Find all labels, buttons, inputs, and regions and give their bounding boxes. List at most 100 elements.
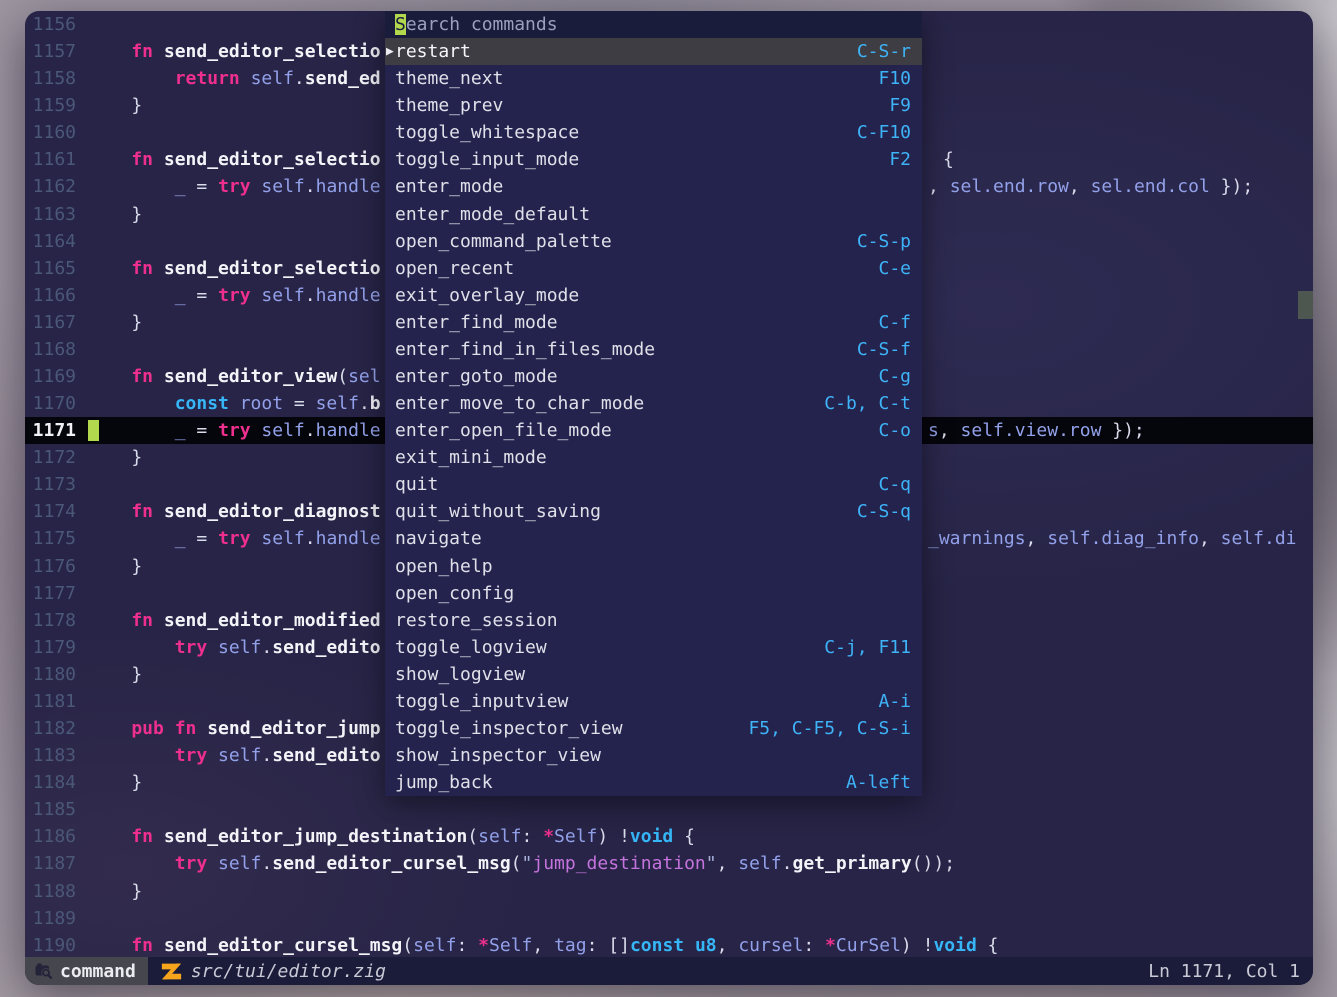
command-label: enter_mode [395,173,503,200]
command-label: enter_move_to_char_mode [395,390,644,417]
code-text: fn send_editor_diagnost [88,501,381,522]
keybinding: C-j, F11 [824,634,911,661]
palette-item[interactable]: navigate [385,525,922,552]
palette-item[interactable]: enter_mode [385,173,922,200]
file-indicator[interactable]: src/tui/editor.zig [148,961,386,982]
line-number: 1168 [25,336,88,363]
palette-item[interactable]: exit_mini_mode [385,444,922,471]
scrollbar-thumb[interactable] [1298,291,1313,319]
mode-indicator[interactable]: command [25,957,148,985]
code-text: } [88,204,142,225]
palette-item[interactable]: toggle_inputviewA-i [385,688,922,715]
line-number: 1159 [25,92,88,119]
palette-item[interactable]: open_command_paletteC-S-p [385,228,922,255]
code-line[interactable]: 1190 fn send_editor_cursel_msg(self: *Se… [25,932,1313,959]
text-cursor: S [395,14,406,35]
code-line[interactable]: 1186 fn send_editor_jump_destination(sel… [25,823,1313,850]
command-label: toggle_logview [395,634,547,661]
palette-item[interactable]: jump_backA-left [385,769,922,796]
line-number: 1171 [25,417,88,444]
palette-item[interactable]: open_recentC-e [385,255,922,282]
code-text-continuation: , sel.end.row, sel.end.col }); [928,173,1253,200]
keybinding: C-S-r [857,38,911,65]
code-text: fn send_editor_selectio [88,41,381,62]
desktop: { "colors":{ "keyword_pink":"#ee2f8e","t… [0,0,1337,997]
line-number: 1188 [25,878,88,905]
code-text: } [88,664,142,685]
line-number: 1186 [25,823,88,850]
palette-item[interactable]: toggle_inspector_viewF5, C-F5, C-S-i [385,715,922,742]
line-number: 1176 [25,553,88,580]
line-number: 1175 [25,525,88,552]
line-number: 1158 [25,65,88,92]
palette-item[interactable]: open_config [385,580,922,607]
line-number: 1160 [25,119,88,146]
line-number: 1172 [25,444,88,471]
command-palette: Search commands ▶restartC-S-rtheme_nextF… [385,11,922,796]
palette-item[interactable]: show_inspector_view [385,742,922,769]
palette-item[interactable]: ▶restartC-S-r [385,38,922,65]
line-number: 1182 [25,715,88,742]
palette-item[interactable]: enter_find_in_files_modeC-S-f [385,336,922,363]
line-number: 1157 [25,38,88,65]
code-line[interactable]: 1187 try self.send_editor_cursel_msg("ju… [25,850,1313,877]
code-text: _ = try self.handle [88,528,381,549]
palette-item[interactable]: toggle_input_modeF2 [385,146,922,173]
code-line[interactable]: 1188 } [25,878,1313,905]
palette-item[interactable]: enter_find_modeC-f [385,309,922,336]
line-number: 1178 [25,607,88,634]
command-search-icon [35,963,53,979]
palette-item[interactable]: enter_move_to_char_modeC-b, C-t [385,390,922,417]
line-number: 1190 [25,932,88,959]
keybinding: C-S-p [857,228,911,255]
code-text: fn send_editor_selectio [88,149,381,170]
command-label: exit_overlay_mode [395,282,579,309]
palette-item[interactable]: quitC-q [385,471,922,498]
code-text: fn send_editor_selectio [88,258,381,279]
keybinding: F9 [889,92,911,119]
palette-item[interactable]: quit_without_savingC-S-q [385,498,922,525]
line-number: 1156 [25,11,88,38]
code-text: } [88,772,142,793]
code-text: try self.send_editor_cursel_msg("jump_de… [88,853,955,874]
keybinding: C-S-f [857,336,911,363]
line-number: 1184 [25,769,88,796]
palette-item[interactable]: enter_open_file_modeC-o [385,417,922,444]
palette-search-input[interactable]: Search commands [385,11,922,38]
selection-marker-icon: ▶ [386,38,395,65]
palette-item[interactable]: toggle_logview C-j, F11 [385,634,922,661]
command-label: show_logview [395,661,525,688]
command-label: show_inspector_view [395,742,601,769]
code-text: } [88,556,142,577]
code-line[interactable]: 1189 [25,905,1313,932]
line-number: 1166 [25,282,88,309]
palette-item[interactable]: restore_session [385,607,922,634]
palette-item[interactable]: enter_goto_mode C-g [385,363,922,390]
code-line[interactable]: 1185 [25,796,1313,823]
line-number: 1185 [25,796,88,823]
cursor-position: Ln 1171, Col 1 [1148,961,1313,982]
keybinding: C-g [878,363,911,390]
code-text: const root = self.b [88,393,381,414]
code-text: fn send_editor_cursel_msg(self: *Self, t… [88,935,998,956]
command-label: enter_goto_mode [395,363,558,390]
line-number: 1181 [25,688,88,715]
palette-item[interactable]: exit_overlay_mode [385,282,922,309]
code-text: _ = try self.handle [88,285,381,306]
palette-item[interactable]: open_help [385,553,922,580]
palette-item[interactable]: toggle_whitespaceC-F10 [385,119,922,146]
palette-item[interactable]: theme_nextF10 [385,65,922,92]
keybinding: F10 [878,65,911,92]
code-text: _ = try self.handle [88,420,381,441]
palette-item[interactable]: theme_prevF9 [385,92,922,119]
line-number: 1183 [25,742,88,769]
command-label: navigate [395,525,482,552]
command-label: toggle_inspector_view [395,715,623,742]
mode-label: command [60,961,136,982]
line-number: 1170 [25,390,88,417]
palette-item[interactable]: show_logview [385,661,922,688]
code-text: return self.send_ed [88,68,381,89]
status-bar: command src/tui/editor.zig Ln 1171, Col … [25,957,1313,985]
palette-item[interactable]: enter_mode_default [385,201,922,228]
code-text: _ = try self.handle [88,176,381,197]
